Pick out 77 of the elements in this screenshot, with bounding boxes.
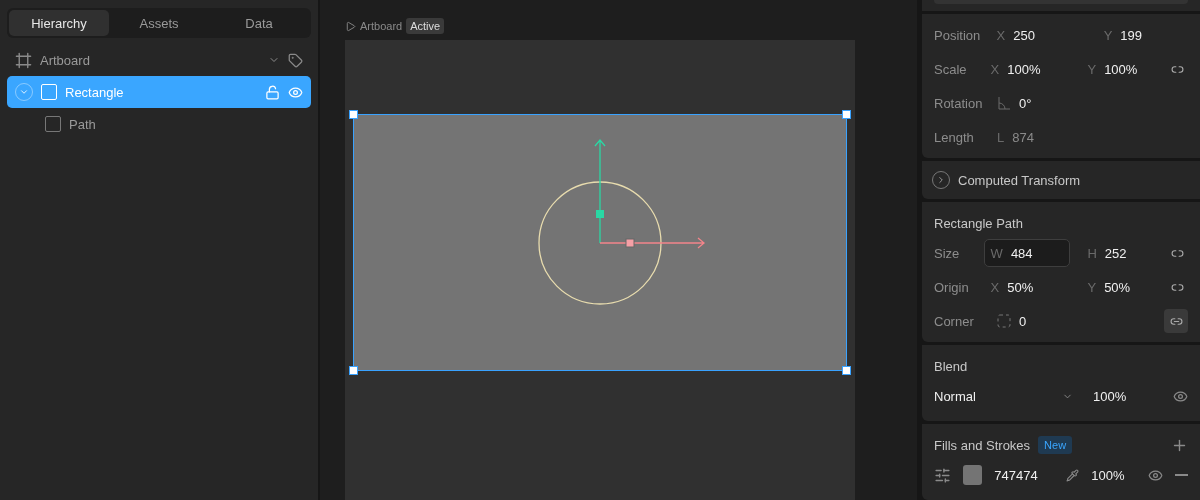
artboard-icon: [15, 51, 32, 69]
opacity-value[interactable]: 100%: [1091, 467, 1125, 483]
eye-icon: [288, 84, 303, 100]
value-field[interactable]: Y 100%: [1080, 55, 1167, 83]
resize-handle[interactable]: [349, 110, 358, 119]
axis-label: X: [990, 61, 1000, 77]
field-value: 100%: [1007, 61, 1041, 77]
field-value: 50%: [1007, 279, 1034, 295]
axis-label: Y: [1103, 27, 1113, 43]
section-title: Fills and Strokes: [934, 437, 1031, 453]
axis-label: Y: [1087, 279, 1097, 295]
value-field[interactable]: H 252: [1080, 239, 1167, 267]
opacity-value[interactable]: 100%: [1093, 388, 1127, 404]
axis-label: X: [996, 27, 1006, 43]
layer-name: Rectangle: [65, 84, 124, 100]
layer-name: Path: [69, 116, 96, 132]
axis-label: H: [1087, 245, 1097, 261]
angle-icon: [997, 96, 1011, 110]
value-field[interactable]: Y 50%: [1080, 273, 1167, 301]
panel-tab[interactable]: Assets: [109, 10, 209, 36]
panel-tab[interactable]: Data: [209, 10, 309, 36]
color-swatch[interactable]: [963, 465, 983, 485]
eye-icon[interactable]: [1148, 467, 1164, 483]
section-title: Blend: [934, 358, 968, 374]
value-field[interactable]: X 100%: [983, 55, 1070, 83]
square-icon: [45, 116, 61, 132]
field-value: 100%: [1104, 61, 1138, 77]
chevron-down-icon: [19, 87, 29, 97]
axis-label: X: [990, 279, 1000, 295]
field-value: 50%: [1104, 279, 1131, 295]
property-label: Origin: [934, 279, 970, 295]
layer-row[interactable]: Artboard: [7, 44, 311, 76]
eye-icon[interactable]: [1173, 388, 1188, 404]
value-field[interactable]: W 484: [983, 239, 1070, 267]
new-badge: New: [1038, 436, 1073, 454]
tag-icon: [288, 52, 303, 68]
resize-handle[interactable]: [349, 366, 358, 375]
value-field[interactable]: 0: [990, 307, 1076, 335]
layer-name: Artboard: [40, 52, 90, 68]
panel-tab[interactable]: Hierarchy: [9, 10, 109, 36]
layer-row[interactable]: Path: [37, 108, 311, 140]
property-label: Corner: [934, 313, 975, 329]
blend-mode-dropdown[interactable]: Normal: [934, 388, 1062, 404]
field-value: 484: [1010, 245, 1033, 261]
property-label: Rotation: [934, 95, 984, 111]
chevron-right-icon: [936, 175, 946, 185]
axis-label: L: [997, 129, 1005, 145]
field-value: 252: [1104, 245, 1127, 261]
resize-handle[interactable]: [842, 110, 851, 119]
resize-handle[interactable]: [842, 366, 851, 375]
property-label: Scale: [934, 61, 968, 77]
axis-label: W: [990, 245, 1003, 261]
status-badge: Active: [406, 18, 445, 34]
play-icon: [345, 20, 356, 32]
field-value: 250: [1013, 27, 1035, 43]
square-icon: [41, 84, 57, 100]
value-field[interactable]: X 50%: [983, 273, 1070, 301]
value-field[interactable]: Y 199: [1096, 21, 1183, 49]
link-button[interactable]: [1164, 309, 1188, 333]
field-value: 0°: [1019, 95, 1032, 111]
unlock-icon: [265, 84, 280, 100]
field-value: 0: [1019, 313, 1027, 329]
pipette-icon: [1066, 468, 1080, 482]
hex-value[interactable]: 747474: [994, 467, 1055, 483]
value-field[interactable]: X 250: [989, 21, 1076, 49]
field-value: 199: [1120, 27, 1143, 43]
field-value: 874: [1012, 129, 1034, 145]
value-field[interactable]: 0°: [990, 89, 1076, 117]
property-label: Size: [934, 245, 961, 261]
property-label: Length: [934, 129, 975, 145]
axis-label: Y: [1087, 61, 1097, 77]
section-title[interactable]: Computed Transform: [958, 172, 1081, 188]
sliders-icon: [934, 466, 951, 484]
property-label: Position: [934, 27, 982, 43]
breadcrumb[interactable]: Artboard: [360, 20, 403, 32]
corner-icon: [997, 314, 1011, 328]
section-title: Rectangle Path: [934, 215, 1023, 231]
